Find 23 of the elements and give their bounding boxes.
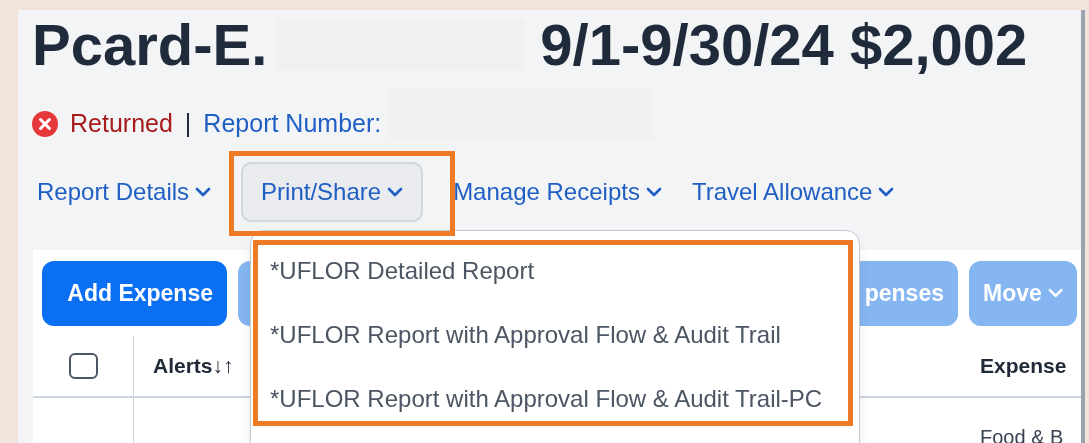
menu-item[interactable]: *UFLOR Report with Approval Flow & Audit Trail	[270, 320, 859, 350]
column-header: Expense	[980, 353, 1067, 380]
chevron-down-icon	[645, 186, 662, 198]
menu-item[interactable]: *UFLOR Detailed Report	[270, 256, 859, 286]
menu-item[interactable]: *UFLOR Report with Approval Flow & Audit Trail-PC	[270, 384, 859, 414]
chevron-down-icon	[195, 186, 212, 198]
select-all-checkbox[interactable]	[68, 353, 98, 379]
report-number-label: Report Number:	[203, 108, 382, 140]
toolbar-button[interactable]: Add Expense	[42, 260, 227, 326]
separator-text: |	[184, 108, 192, 140]
column-header[interactable]: Alerts↓↑	[153, 350, 234, 382]
chevron-down-icon	[387, 186, 404, 198]
nav-tab[interactable]: Report Details	[37, 162, 212, 222]
nav-tab[interactable]: Print/Share	[241, 162, 424, 222]
status-text: Returned	[70, 108, 173, 140]
chevron-down-icon	[1047, 287, 1063, 299]
report-title: Pcard-E.	[32, 16, 268, 74]
toolbar-button: Move	[969, 260, 1077, 326]
error-icon	[32, 111, 58, 137]
nav-tab[interactable]: Travel Allowance	[691, 162, 895, 222]
report-title: 9/1-9/30/24 $2,002	[540, 16, 1028, 74]
chevron-down-icon	[878, 186, 895, 198]
nav-tab[interactable]: Manage Receipts	[453, 162, 662, 222]
